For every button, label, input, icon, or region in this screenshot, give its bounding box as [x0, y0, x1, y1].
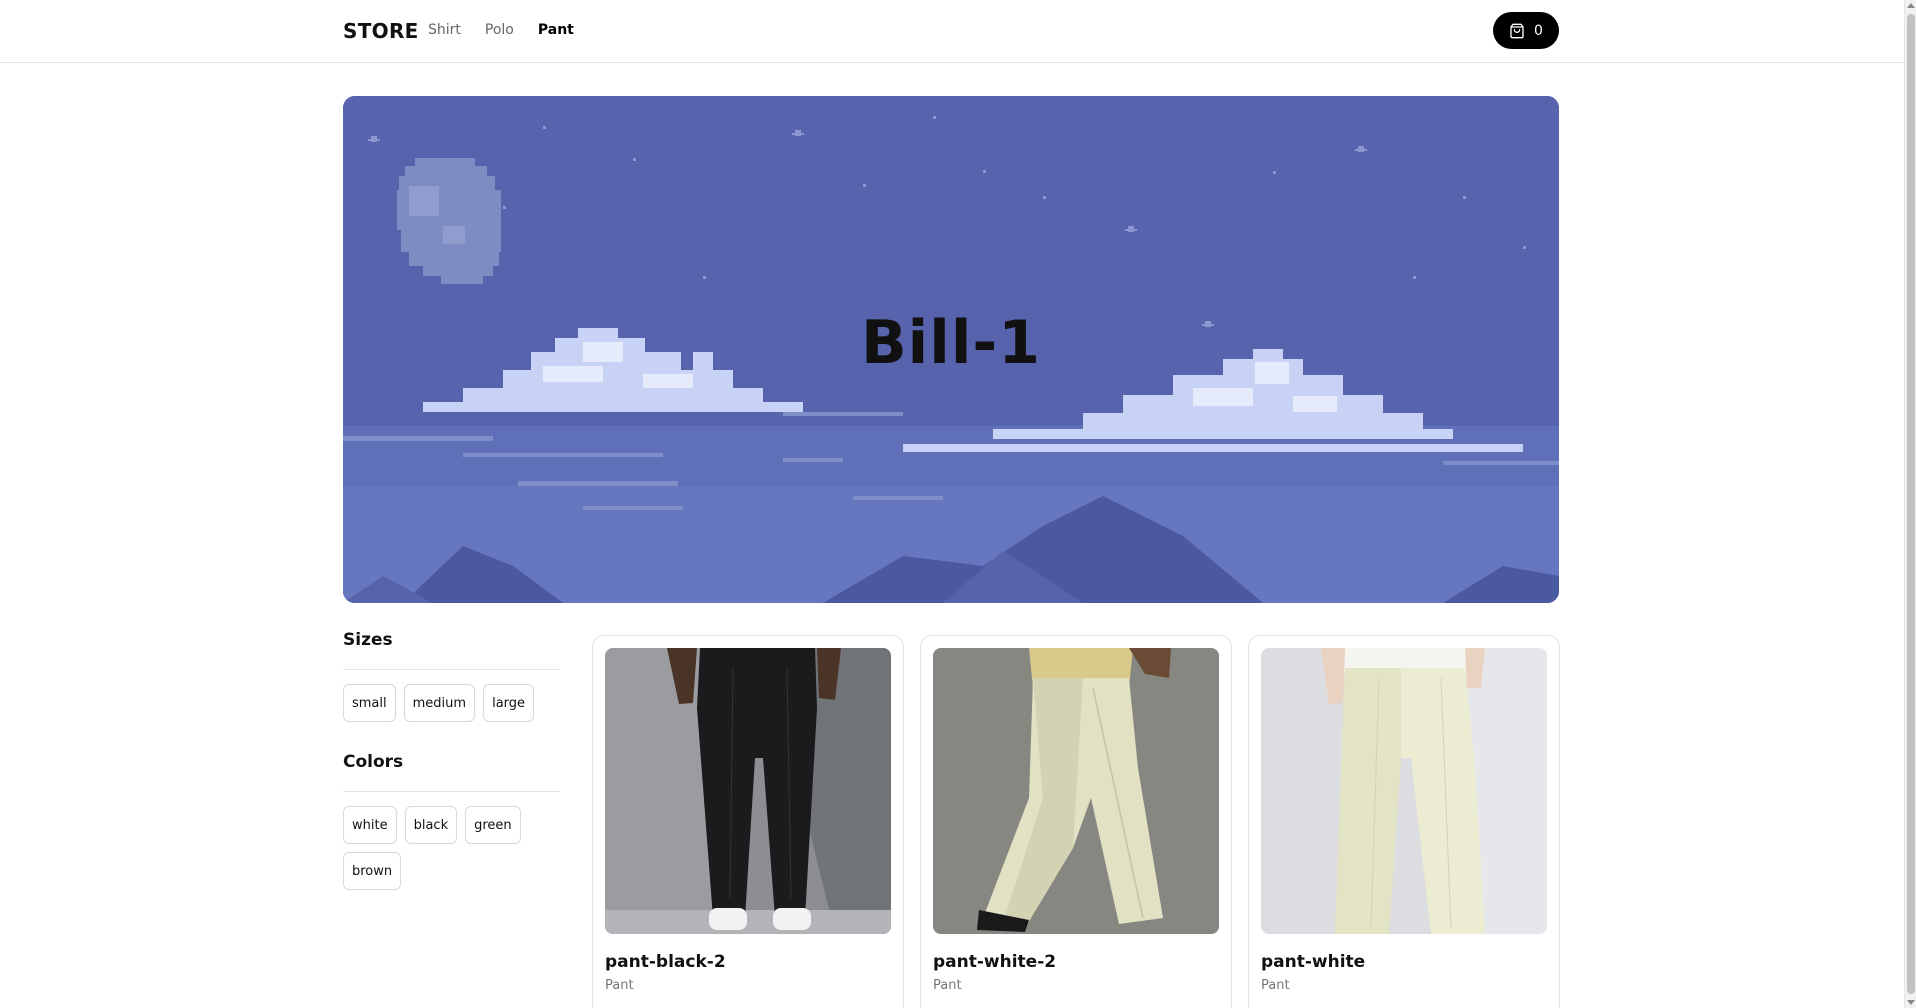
- cart-button[interactable]: 0: [1493, 12, 1559, 49]
- nav-link-polo[interactable]: Polo: [485, 22, 514, 38]
- colors-heading: Colors: [343, 752, 404, 772]
- color-chip-white[interactable]: white: [343, 806, 397, 844]
- product-name[interactable]: pant-black-2: [605, 952, 891, 972]
- scrollbar-thumb[interactable]: [1907, 14, 1915, 994]
- color-chip-brown[interactable]: brown: [343, 852, 402, 890]
- color-chip-black[interactable]: black: [404, 806, 458, 844]
- product-grid: pant-black-2 Pant pant-white-2 Pant pant…: [592, 635, 1560, 1008]
- hero-banner: Bill-1: [343, 96, 1559, 603]
- divider: [343, 791, 560, 792]
- size-chip-large[interactable]: large: [483, 684, 535, 722]
- product-image[interactable]: [1261, 648, 1547, 934]
- product-category: Pant: [1261, 978, 1290, 993]
- main-nav: Shirt Polo Pant: [428, 22, 598, 38]
- pant-black-2-image: [605, 648, 891, 934]
- scroll-up-arrow-icon[interactable]: [1907, 3, 1915, 8]
- vertical-scrollbar[interactable]: [1904, 0, 1916, 1008]
- size-chip-medium[interactable]: medium: [403, 684, 476, 722]
- hero-title: Bill-1: [860, 308, 1042, 378]
- store-logo[interactable]: STORE: [343, 19, 419, 43]
- product-image[interactable]: [605, 648, 891, 934]
- divider: [343, 669, 560, 670]
- shopping-bag-icon: [1510, 23, 1524, 38]
- product-card[interactable]: pant-black-2 Pant: [592, 635, 904, 1008]
- pant-white-image: [1261, 648, 1547, 934]
- sizes-filter: Sizes small medium large: [343, 630, 560, 722]
- color-chip-green[interactable]: green: [465, 806, 521, 844]
- product-card[interactable]: pant-white Pant: [1248, 635, 1560, 1008]
- product-name[interactable]: pant-white-2: [933, 952, 1219, 972]
- product-category: Pant: [933, 978, 962, 993]
- nav-link-pant[interactable]: Pant: [538, 22, 574, 38]
- colors-filter: Colors white black green brown: [343, 752, 560, 890]
- product-card[interactable]: pant-white-2 Pant: [920, 635, 1232, 1008]
- size-options: small medium large: [343, 684, 560, 722]
- pant-white-2-image: [933, 648, 1219, 934]
- filter-sidebar: Sizes small medium large Colors white bl…: [343, 630, 560, 920]
- product-category: Pant: [605, 978, 634, 993]
- nav-link-shirt[interactable]: Shirt: [428, 22, 461, 38]
- navbar: STORE Shirt Polo Pant 0: [0, 0, 1904, 63]
- color-options: white black green brown: [343, 806, 560, 890]
- sizes-heading: Sizes: [343, 630, 393, 650]
- product-image[interactable]: [933, 648, 1219, 934]
- page: STORE Shirt Polo Pant 0 Bill-1 Sizes sma…: [0, 0, 1904, 1008]
- size-chip-small[interactable]: small: [343, 684, 396, 722]
- product-name[interactable]: pant-white: [1261, 952, 1547, 972]
- scroll-down-arrow-icon[interactable]: [1907, 1000, 1915, 1005]
- cart-count: 0: [1534, 22, 1543, 39]
